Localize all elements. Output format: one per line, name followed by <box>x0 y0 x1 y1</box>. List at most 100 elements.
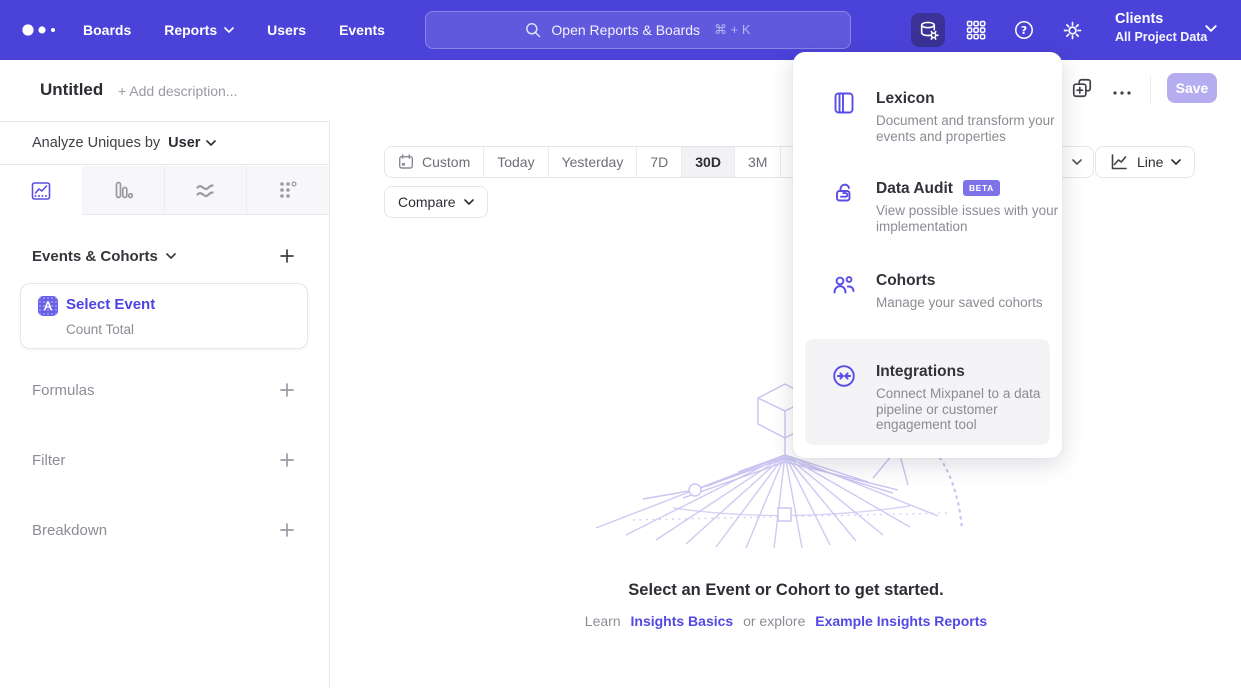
compare-label: Compare <box>398 194 456 210</box>
calendar-icon <box>398 154 414 170</box>
tab-line-chart[interactable] <box>0 166 82 215</box>
menu-item-integrations-title: Integrations <box>876 363 965 381</box>
project-name: Clients <box>1115 10 1207 29</box>
chart-type-tabs <box>0 166 329 215</box>
plus-icon <box>279 248 295 264</box>
mixpanel-logo[interactable] <box>22 23 64 42</box>
project-scope: All Project Data <box>1115 29 1207 45</box>
date-range-30d[interactable]: 30D <box>681 147 734 177</box>
chevron-down-icon[interactable] <box>1205 25 1217 32</box>
save-button[interactable]: Save <box>1167 73 1217 103</box>
gear-icon <box>1062 20 1083 41</box>
date-range-7d[interactable]: 7D <box>636 147 681 177</box>
settings-button[interactable] <box>1055 13 1089 47</box>
top-nav: Boards Reports Users Events Open Reports… <box>0 0 1241 60</box>
plus-icon <box>279 452 295 468</box>
data-management-button[interactable] <box>911 13 945 47</box>
menu-item-lexicon[interactable]: Lexicon Document and transform your even… <box>793 90 1062 144</box>
empty-state-prefix: Learn <box>585 613 621 629</box>
breakdown-section: Breakdown <box>32 516 295 544</box>
empty-state-middle: or explore <box>743 613 805 629</box>
menu-item-lexicon-title: Lexicon <box>876 90 935 108</box>
chevron-down-icon <box>166 253 176 259</box>
chevron-down-icon <box>1171 159 1181 165</box>
menu-item-integrations[interactable]: Integrations Connect Mixpanel to a data … <box>805 339 1050 445</box>
analyze-by-dropdown[interactable]: User <box>168 135 216 151</box>
cohorts-icon <box>831 272 857 311</box>
nav-item-events[interactable]: Events <box>339 22 385 38</box>
scatter-icon <box>277 179 299 201</box>
add-event-button[interactable] <box>279 248 295 264</box>
formulas-label: Formulas <box>32 382 95 399</box>
tab-scatter-chart[interactable] <box>246 166 329 215</box>
filter-label: Filter <box>32 452 65 469</box>
date-range-today[interactable]: Today <box>483 147 547 177</box>
duplicate-button[interactable] <box>1071 77 1093 102</box>
search-input[interactable]: Open Reports & Boards ⌘ + K <box>425 11 851 49</box>
insights-basics-link[interactable]: Insights Basics <box>631 613 734 629</box>
project-selector[interactable]: Clients All Project Data <box>1115 10 1207 45</box>
add-formula-button[interactable] <box>279 382 295 398</box>
database-gear-icon <box>918 20 939 41</box>
menu-item-cohorts[interactable]: Cohorts Manage your saved cohorts <box>793 272 1062 311</box>
more-options-button[interactable] <box>1112 85 1132 100</box>
add-filter-button[interactable] <box>279 452 295 468</box>
plus-icon <box>279 522 295 538</box>
date-range-30d-label: 30D <box>695 154 721 170</box>
menu-item-integrations-description: Connect Mixpanel to a data pipeline or c… <box>876 386 1050 433</box>
bar-chart-icon <box>112 179 134 201</box>
chevron-down-icon <box>464 199 474 205</box>
date-range-yesterday[interactable]: Yesterday <box>548 147 637 177</box>
events-cohorts-header: Events & Cohorts <box>32 242 295 270</box>
tab-flows-chart[interactable] <box>164 166 247 215</box>
app-root: Boards Reports Users Events Open Reports… <box>0 0 1241 688</box>
nav-item-reports[interactable]: Reports <box>164 22 234 38</box>
events-cohorts-title-dropdown[interactable]: Events & Cohorts <box>32 248 176 265</box>
chevron-down-icon <box>224 27 234 33</box>
date-range-3m-label: 3M <box>748 154 767 170</box>
breakdown-label: Breakdown <box>32 522 107 539</box>
help-button[interactable]: ? <box>1007 13 1041 47</box>
report-title[interactable]: Untitled <box>40 80 103 100</box>
analyze-label: Analyze Uniques by <box>32 135 160 151</box>
apps-grid-icon <box>965 19 987 41</box>
duplicate-icon <box>1071 77 1093 99</box>
mixpanel-logo-icon <box>22 23 64 37</box>
chart-type-dropdown[interactable]: Line <box>1095 146 1195 178</box>
query-sidebar: Analyze Uniques by User <box>0 121 330 688</box>
data-audit-icon <box>831 180 857 234</box>
primary-nav: Boards Reports Users Events <box>83 0 385 60</box>
nav-item-boards[interactable]: Boards <box>83 22 131 38</box>
header-divider <box>1150 76 1151 104</box>
menu-item-data-audit[interactable]: Data Audit BETA View possible issues wit… <box>793 180 1062 234</box>
menu-item-lexicon-description: Document and transform your events and p… <box>876 113 1062 144</box>
nav-item-users-label: Users <box>267 22 306 38</box>
nav-item-users[interactable]: Users <box>267 22 306 38</box>
event-row-card[interactable]: A Select Event Count Total <box>20 283 308 349</box>
compare-dropdown[interactable]: Compare <box>384 186 488 218</box>
integrations-icon <box>831 363 857 445</box>
nav-item-reports-label: Reports <box>164 22 217 38</box>
menu-item-cohorts-title: Cohorts <box>876 272 935 290</box>
chevron-down-icon <box>1072 159 1082 165</box>
date-range-3m[interactable]: 3M <box>734 147 780 177</box>
event-letter-badge: A <box>38 296 58 316</box>
analyze-by-value: User <box>168 135 200 151</box>
select-event-button[interactable]: Select Event <box>66 296 155 313</box>
report-canvas: Custom Today Yesterday 7D 30D 3M 6M Comp… <box>331 121 1241 688</box>
empty-state-title: Select an Event or Cohort to get started… <box>331 581 1241 600</box>
count-type-dropdown[interactable]: Count Total <box>66 322 134 337</box>
tab-bar-chart[interactable] <box>82 166 164 215</box>
plus-icon <box>279 382 295 398</box>
analyze-row: Analyze Uniques by User <box>0 122 329 165</box>
report-description-placeholder[interactable]: + Add description... <box>118 83 237 99</box>
svg-text:?: ? <box>1021 24 1027 37</box>
chart-type-label: Line <box>1137 154 1163 170</box>
add-breakdown-button[interactable] <box>279 522 295 538</box>
apps-grid-button[interactable] <box>959 13 993 47</box>
example-insights-reports-link[interactable]: Example Insights Reports <box>815 613 987 629</box>
formulas-section: Formulas <box>32 376 295 404</box>
menu-item-cohorts-description: Manage your saved cohorts <box>876 295 1062 311</box>
date-range-custom[interactable]: Custom <box>385 147 483 177</box>
date-range-today-label: Today <box>497 154 534 170</box>
